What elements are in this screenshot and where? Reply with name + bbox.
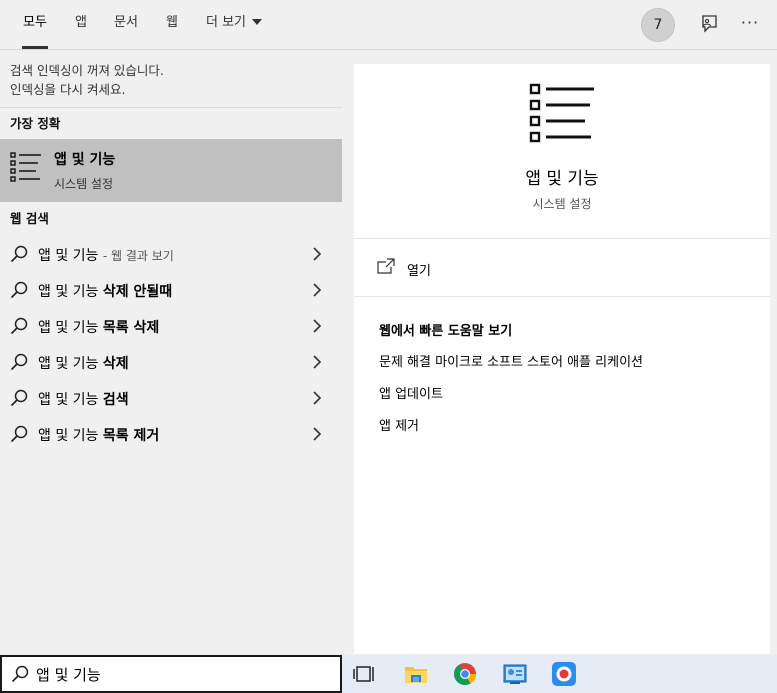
apps-features-icon xyxy=(10,152,41,182)
web-result-text: 앱 및 기능 검색 xyxy=(38,389,129,409)
task-view-icon[interactable] xyxy=(353,662,379,686)
tab-all[interactable]: 모두 xyxy=(22,0,48,50)
search-icon xyxy=(10,425,28,443)
web-result-suggestion: 목록 제거 xyxy=(102,428,160,444)
web-result-text: 앱 및 기능 삭제 안될때 xyxy=(38,281,172,301)
web-result-query: 앱 및 기능 xyxy=(38,428,103,444)
web-result-query: 앱 및 기능 xyxy=(38,284,103,300)
web-result-suggestion: 목록 삭제 xyxy=(102,320,160,336)
web-result-item[interactable]: 앱 및 기능 삭제 xyxy=(0,344,342,380)
open-icon xyxy=(377,258,395,274)
help-link-troubleshoot-store[interactable]: 문제 해결 마이크로 소프트 스토어 애플 리케이션 xyxy=(379,354,770,386)
web-result-query: 앱 및 기능 xyxy=(38,356,103,372)
chevron-right-icon[interactable] xyxy=(312,283,322,297)
rewards-badge[interactable]: 7 xyxy=(641,8,675,42)
search-icon xyxy=(10,389,28,407)
search-input[interactable] xyxy=(36,662,326,686)
tab-documents[interactable]: 문서 xyxy=(114,0,138,50)
web-result-query: 앱 및 기능 xyxy=(38,392,103,408)
web-result-suggestion: 검색 xyxy=(102,392,129,408)
chrome-icon[interactable] xyxy=(452,662,478,686)
indexing-notice-line2: 인덱싱을 다시 켜세요. xyxy=(10,82,126,97)
web-result-text: 앱 및 기능 - 웹 결과 보기 xyxy=(38,245,174,265)
web-results-list: 앱 및 기능 - 웹 결과 보기 앱 및 기능 삭제 안될때 앱 및 기능 목록 삭… xyxy=(0,236,342,452)
preview-pane: 앱 및 기능 시스템 설정 열기 웹에서 빠른 도움말 보기 문제 해결 마이크… xyxy=(354,64,770,654)
open-label: 열기 xyxy=(407,264,431,279)
more-options-icon[interactable]: ··· xyxy=(738,12,762,36)
quick-help-heading: 웹에서 빠른 도움말 보기 xyxy=(379,324,513,339)
search-icon xyxy=(10,317,28,335)
chevron-right-icon[interactable] xyxy=(312,319,322,333)
chevron-right-icon[interactable] xyxy=(312,247,322,261)
help-link-app-remove[interactable]: 앱 제거 xyxy=(379,418,770,450)
web-result-item[interactable]: 앱 및 기능 목록 삭제 xyxy=(0,308,342,344)
tab-web[interactable]: 웹 xyxy=(166,0,178,50)
web-result-item[interactable]: 앱 및 기능 삭제 안될때 xyxy=(0,272,342,308)
open-action[interactable]: 열기 xyxy=(354,239,770,297)
web-result-item[interactable]: 앱 및 기능 목록 제거 xyxy=(0,416,342,452)
indexing-notice-line1: 검색 인덱싱이 꺼져 있습니다. xyxy=(10,63,164,78)
web-result-query: 앱 및 기능 xyxy=(38,320,103,336)
help-link-app-update[interactable]: 앱 업데이트 xyxy=(379,386,770,418)
caret-down-icon xyxy=(252,19,263,25)
web-result-text: 앱 및 기능 목록 제거 xyxy=(38,425,159,445)
web-result-suggestion: 삭제 xyxy=(102,356,129,372)
search-icon xyxy=(10,353,28,371)
tab-more-label: 더 보기 xyxy=(206,15,247,30)
search-window: 모두 앱 문서 웹 더 보기 7 ··· 검색 인덱싱이 꺼져 있습니다. 인덱… xyxy=(0,0,777,693)
tab-more[interactable]: 더 보기 xyxy=(206,0,263,50)
web-result-text: 앱 및 기능 삭제 xyxy=(38,353,129,373)
best-match-item[interactable]: 앱 및 기능 시스템 설정 xyxy=(0,139,342,202)
web-result-hint: - 웹 결과 보기 xyxy=(102,249,174,263)
best-match-heading: 가장 정확 xyxy=(10,116,61,131)
indexing-notice[interactable]: 검색 인덱싱이 꺼져 있습니다. 인덱싱을 다시 켜세요. xyxy=(0,51,342,108)
web-search-heading: 웹 검색 xyxy=(10,211,49,226)
web-result-item[interactable]: 앱 및 기능 - 웹 결과 보기 xyxy=(0,236,342,272)
preview-app-category: 시스템 설정 xyxy=(532,197,592,211)
web-result-query: 앱 및 기능 xyxy=(38,248,99,264)
tab-apps[interactable]: 앱 xyxy=(75,0,87,50)
results-pane: 검색 인덱싱이 꺼져 있습니다. 인덱싱을 다시 켜세요. 가장 정확 앱 및 … xyxy=(0,51,342,654)
filter-tab-bar: 모두 앱 문서 웹 더 보기 7 ··· xyxy=(0,0,777,50)
feedback-icon[interactable] xyxy=(697,13,719,35)
file-explorer-icon[interactable] xyxy=(403,662,429,686)
preview-app-card: 앱 및 기능 시스템 설정 xyxy=(354,64,770,239)
chevron-right-icon[interactable] xyxy=(312,427,322,441)
quick-help-section: 웹에서 빠른 도움말 보기 문제 해결 마이크로 소프트 스토어 애플 리케이션… xyxy=(354,297,770,450)
search-box xyxy=(0,655,342,693)
control-panel-icon[interactable] xyxy=(502,662,528,686)
search-icon xyxy=(10,281,28,299)
best-match-title: 앱 및 기능 xyxy=(54,152,116,168)
chevron-right-icon[interactable] xyxy=(312,355,322,369)
web-result-item[interactable]: 앱 및 기능 검색 xyxy=(0,380,342,416)
search-icon xyxy=(11,665,29,683)
apps-features-large-icon xyxy=(529,83,594,143)
preview-app-name: 앱 및 기능 xyxy=(525,169,599,189)
taskbar xyxy=(342,655,777,693)
best-match-subtitle: 시스템 설정 xyxy=(54,177,114,191)
web-result-suggestion: 삭제 안될때 xyxy=(102,284,173,300)
search-icon xyxy=(10,245,28,263)
record-app-icon[interactable] xyxy=(551,662,577,686)
chevron-right-icon[interactable] xyxy=(312,391,322,405)
web-result-text: 앱 및 기능 목록 삭제 xyxy=(38,317,159,337)
